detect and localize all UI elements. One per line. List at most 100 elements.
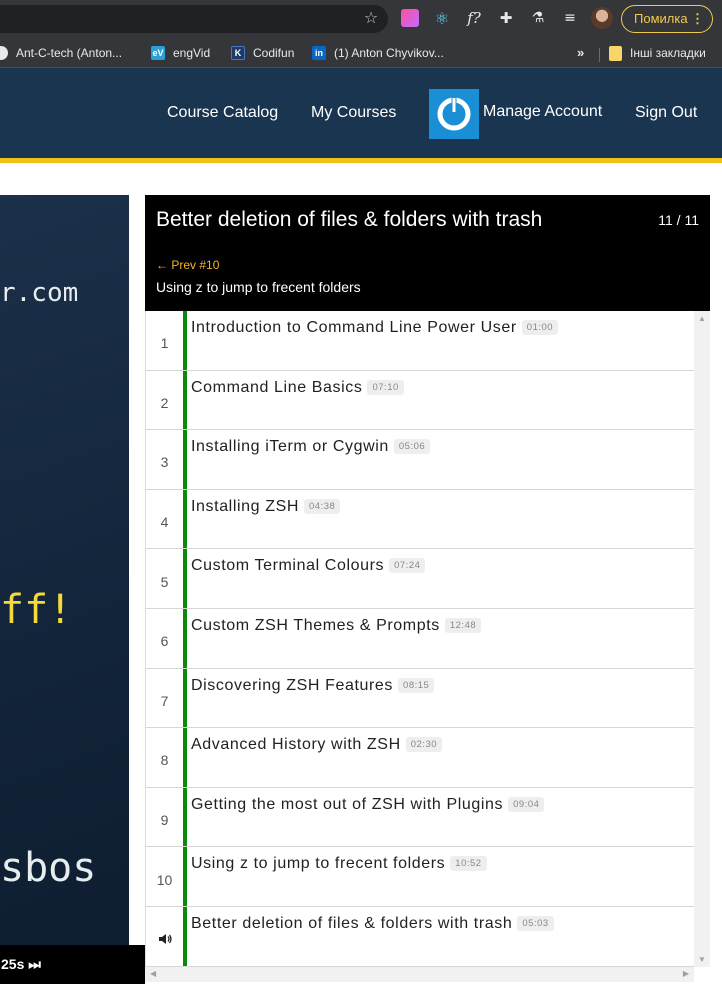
playlist-list: 1 Introduction to Command Line Power Use… xyxy=(145,311,694,967)
github-icon xyxy=(0,46,8,60)
media-queue-icon[interactable]: ≡ xyxy=(561,9,579,27)
power-logo-icon[interactable] xyxy=(429,89,479,139)
item-title: Discovering ZSH Features xyxy=(191,676,394,694)
bookmark-label: (1) Anton Chyvikov... xyxy=(334,46,444,60)
profile-avatar[interactable] xyxy=(591,7,613,29)
item-title: Command Line Basics xyxy=(191,378,363,396)
prev-video-title[interactable]: Using z to jump to frecent folders xyxy=(156,279,361,295)
item-duration: 07:10 xyxy=(367,379,404,395)
item-title: Installing iTerm or Cygwin xyxy=(191,438,389,456)
item-duration: 07:24 xyxy=(389,558,426,574)
bookmark-linkedin[interactable]: in (1) Anton Chyvikov... xyxy=(312,44,444,62)
scroll-left-icon[interactable]: ◀ xyxy=(150,969,156,978)
playlist-item[interactable]: 1 Introduction to Command Line Power Use… xyxy=(146,311,694,371)
prev-video-link[interactable]: ← Prev #10 xyxy=(156,258,219,272)
item-duration: 10:52 xyxy=(450,856,487,872)
item-title-wrap: Command Line Basics 07:10 xyxy=(191,379,404,397)
playlist-item-current[interactable]: Better deletion of files & folders with … xyxy=(146,907,694,967)
scroll-down-icon[interactable]: ▼ xyxy=(694,955,710,964)
react-devtools-icon[interactable]: ⚛ xyxy=(433,9,451,28)
playlist-item[interactable]: 7 Discovering ZSH Features 08:15 xyxy=(146,668,694,729)
playlist-item[interactable]: 2 Command Line Basics 07:10 xyxy=(146,370,694,431)
item-duration: 09:04 xyxy=(508,796,545,812)
bookmark-label: Ant-C-tech (Anton... xyxy=(16,46,123,60)
watched-indicator xyxy=(183,609,187,668)
item-title: Getting the most out of ZSH with Plugins xyxy=(191,795,504,813)
item-number: 3 xyxy=(160,454,169,471)
bookmark-star-icon[interactable]: ☆ xyxy=(361,8,381,28)
watched-indicator xyxy=(183,787,187,847)
browser-menu-icon: ⋮ xyxy=(691,11,704,26)
bookmark-github[interactable]: Ant-C-tech (Anton... xyxy=(0,44,122,62)
scroll-right-icon[interactable]: ▶ xyxy=(683,969,689,978)
playlist-item[interactable]: 5 Custom Terminal Colours 07:24 xyxy=(146,549,694,609)
codifun-icon: K xyxy=(231,46,245,60)
bookmark-label: engVid xyxy=(173,46,211,60)
function-extension-icon[interactable]: f? xyxy=(465,9,483,27)
playlist-item[interactable]: 3 Installing iTerm or Cygwin 05:06 xyxy=(146,430,694,490)
site-header: Course Catalog My Courses Manage Account… xyxy=(0,68,722,163)
engvid-icon: eV xyxy=(151,46,165,60)
item-title-wrap: Getting the most out of ZSH with Plugins… xyxy=(191,795,545,814)
extension-color-icon[interactable] xyxy=(401,9,419,27)
browser-toolbar: ☆ ⚛ f? ✚ ⚗ ≡ Помилка ⋮ xyxy=(0,0,722,37)
video-time: 25s xyxy=(1,956,25,972)
extensions-puzzle-icon[interactable]: ✚ xyxy=(497,9,515,27)
watched-indicator xyxy=(183,430,187,489)
item-number: 5 xyxy=(160,573,169,590)
nav-manage-account[interactable]: Manage Account xyxy=(483,103,602,121)
playlist-item[interactable]: 8 Advanced History with ZSH 02:30 xyxy=(146,728,694,788)
playlist-item[interactable]: 10 Using z to jump to frecent folders 10:… xyxy=(146,847,694,907)
item-duration: 04:38 xyxy=(304,498,341,514)
nav-course-catalog[interactable]: Course Catalog xyxy=(167,104,278,122)
bookmarks-bar: Ant-C-tech (Anton... eV engVid K Codifun… xyxy=(0,37,722,68)
scroll-up-icon[interactable]: ▲ xyxy=(694,314,710,323)
skip-next-icon[interactable]: ⏭ xyxy=(28,956,41,972)
nav-sign-out[interactable]: Sign Out xyxy=(635,104,697,122)
watched-indicator xyxy=(183,489,187,549)
playlist-header: Better deletion of files & folders with … xyxy=(145,195,710,311)
more-bookmarks-icon[interactable]: » xyxy=(577,45,584,60)
item-number: 6 xyxy=(160,633,169,650)
item-number: 10 xyxy=(156,871,173,888)
video-player[interactable]: r.com ff! sbos xyxy=(0,195,129,945)
item-number: 2 xyxy=(160,394,169,411)
watched-indicator xyxy=(183,907,187,966)
item-number: 1 xyxy=(160,335,169,352)
speaker-icon xyxy=(146,907,183,966)
linkedin-icon: in xyxy=(312,46,326,60)
item-title-wrap: Introduction to Command Line Power User 0… xyxy=(191,319,559,337)
playlist-item[interactable]: 6 Custom ZSH Themes & Prompts 12:48 xyxy=(146,609,694,669)
bookmark-other-folder[interactable]: Інші закладки xyxy=(609,44,706,62)
bookmark-engvid[interactable]: eV engVid xyxy=(151,44,210,62)
playlist-item[interactable]: 4 Installing ZSH 04:38 xyxy=(146,489,694,550)
item-title-wrap: Installing iTerm or Cygwin 05:06 xyxy=(191,438,431,456)
address-bar[interactable] xyxy=(0,5,388,33)
bookmark-codifun[interactable]: K Codifun xyxy=(231,44,294,62)
item-duration: 12:48 xyxy=(444,618,482,633)
item-number: 8 xyxy=(160,752,169,769)
nav-my-courses[interactable]: My Courses xyxy=(311,104,396,122)
labs-flask-icon[interactable]: ⚗ xyxy=(529,9,547,27)
browser-error-button[interactable]: Помилка ⋮ xyxy=(621,5,713,33)
item-duration: 05:06 xyxy=(393,439,431,455)
item-title: Better deletion of files & folders with … xyxy=(191,915,513,932)
item-title-wrap: Installing ZSH 04:38 xyxy=(191,497,341,516)
item-duration: 02:30 xyxy=(405,737,443,753)
item-title: Custom Terminal Colours xyxy=(191,557,385,575)
item-title: Installing ZSH xyxy=(191,497,299,515)
folder-icon xyxy=(609,45,622,61)
video-text-line: r.com xyxy=(0,278,79,308)
item-title: Custom ZSH Themes & Prompts xyxy=(191,617,440,634)
item-title: Advanced History with ZSH xyxy=(191,736,401,754)
item-number: 7 xyxy=(160,692,169,709)
watched-indicator xyxy=(183,370,187,430)
playlist-item[interactable]: 9 Getting the most out of ZSH with Plugi… xyxy=(146,787,694,848)
playlist-vertical-scrollbar[interactable]: ▲ ▼ xyxy=(694,311,710,967)
header-accent-stripe xyxy=(0,158,722,163)
item-title: Using z to jump to frecent folders xyxy=(191,855,446,873)
item-title-wrap: Advanced History with ZSH 02:30 xyxy=(191,736,443,754)
bookmark-label: Codifun xyxy=(253,46,295,60)
playlist-horizontal-scrollbar[interactable]: ◀ ▶ xyxy=(145,967,694,982)
item-number: 9 xyxy=(160,812,169,829)
